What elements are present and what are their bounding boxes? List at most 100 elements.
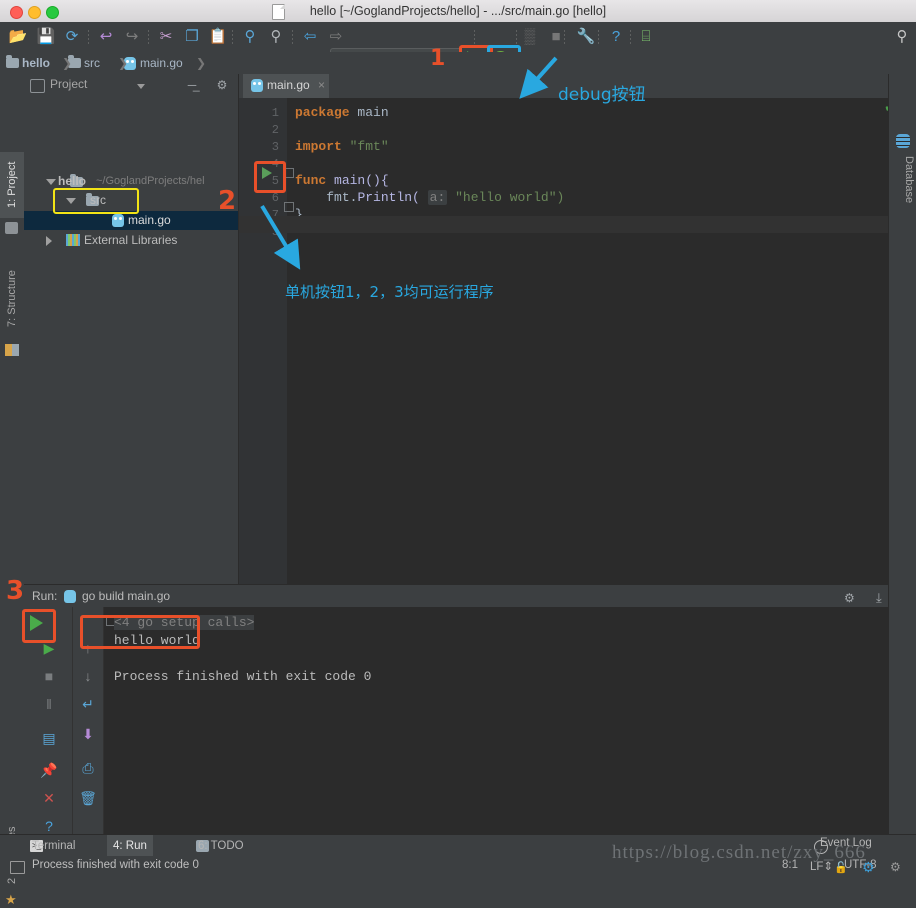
database-toolbar-icon[interactable]: ⌸ <box>636 27 656 47</box>
search-icon-glyph: ⚲ <box>244 28 256 45</box>
settings-icon[interactable]: 🔧 <box>576 27 596 47</box>
run-console-output[interactable]: <4 go setup calls> hello world Process fin… <box>104 607 888 835</box>
down-arrow-icon[interactable]: ↓ <box>77 665 99 687</box>
redo-icon-glyph: ↪ <box>125 28 139 45</box>
search-structural-icon[interactable]: ⚲ <box>266 27 286 47</box>
bottom-tab-todo[interactable]: 6: TODO <box>192 835 250 857</box>
tree-item-external-libraries[interactable]: External Libraries <box>24 231 238 250</box>
gear-icon[interactable]: ⚙ <box>844 591 855 605</box>
save-all-icon[interactable]: 💾 <box>36 27 56 47</box>
toolbar-separator <box>516 30 517 45</box>
annotation-debug-label: debug按钮 <box>558 85 646 105</box>
sidebar-item-structure[interactable]: 7: Structure <box>0 260 24 338</box>
undo-icon[interactable]: ↩ <box>96 27 116 47</box>
print-settings-icon[interactable]: ▤ <box>38 727 60 749</box>
open-folder-icon[interactable]: 📂 <box>8 27 28 47</box>
editor-code[interactable]: package main import "fmt" func main(){ fmt… <box>287 98 888 584</box>
memory-indicator-icon[interactable]: ⚙ <box>890 860 901 874</box>
toolbar-separator <box>232 30 233 45</box>
cut-icon[interactable]: ✂ <box>156 27 176 47</box>
build-icon[interactable]: ▒ <box>520 27 540 47</box>
database-toolbar-icon-glyph: ⌸ <box>641 28 651 45</box>
run-panel-header: Run: go build main.go ⚙ ⤓ <box>24 585 888 607</box>
breadcrumb-item-main-go[interactable]: main.go <box>140 52 183 74</box>
project-tool-window: Project ─̲⚙⇤ hello~/GoglandProjects/hels… <box>24 74 252 652</box>
copy-icon[interactable]: ❐ <box>182 27 202 47</box>
editor-current-line-highlight <box>239 216 888 233</box>
close-icon[interactable]: ✕ <box>38 787 60 809</box>
watermark: https://blog.csdn.net/zxy_666 <box>612 842 866 863</box>
redo-icon[interactable]: ↪ <box>122 27 142 47</box>
export-icon[interactable]: ⤓ <box>876 590 882 606</box>
open-folder-icon-glyph: 📂 <box>8 28 28 45</box>
status-document-icon <box>10 861 25 874</box>
structure-strip-icon <box>5 222 18 234</box>
print-icon[interactable]: ⎙ <box>77 757 99 779</box>
stop-icon[interactable]: ■ <box>38 665 60 687</box>
search-icon[interactable]: ⚲ <box>240 27 260 47</box>
sync-icon[interactable]: ⟳ <box>62 27 82 47</box>
status-message: Process finished with exit code 0 <box>32 859 199 871</box>
help-icon[interactable]: ? <box>606 27 626 47</box>
bottom-tab-terminal[interactable]: Terminal <box>26 835 81 857</box>
forward-icon-glyph: ⇨ <box>329 28 343 45</box>
hello-world-output-highlight <box>80 615 200 649</box>
bottom-tab-run[interactable]: 4: Run <box>107 835 153 857</box>
line-number: 6 <box>271 191 279 205</box>
search-structural-icon-glyph: ⚲ <box>270 28 282 45</box>
toolbar-separator <box>598 30 599 45</box>
annotation-number-2: 2 <box>218 186 237 216</box>
collapse-all-icon[interactable]: ─̲ <box>184 78 200 93</box>
settings-icon-glyph: 🔧 <box>576 28 596 45</box>
search-everywhere-icon[interactable]: ⚲ <box>892 27 912 47</box>
rerun-button[interactable] <box>30 615 43 631</box>
favorites-strip-icon <box>5 344 19 356</box>
chevron-right-icon[interactable] <box>46 236 52 246</box>
toolbar-separator <box>88 30 89 45</box>
forward-icon[interactable]: ⇨ <box>326 27 346 47</box>
close-icon[interactable]: × <box>318 78 325 92</box>
libraries-icon <box>66 234 80 246</box>
editor-area: main.go × 12345678 package mainimport "f… <box>239 74 888 584</box>
back-icon[interactable]: ⇦ <box>300 27 320 47</box>
paste-icon[interactable]: 📋 <box>208 27 228 47</box>
gopher-icon <box>64 590 76 603</box>
breadcrumb-item-src[interactable]: src <box>84 52 100 74</box>
scroll-to-end-icon[interactable]: ⬇ <box>77 723 99 745</box>
folder-icon <box>6 55 19 68</box>
code-line-println: fmt.Println( a: "hello world") <box>326 190 565 205</box>
back-icon-glyph: ⇦ <box>303 28 317 45</box>
project-panel-title: Project <box>50 77 88 91</box>
sidebar-item-database[interactable]: Database <box>891 156 915 238</box>
breadcrumb-item-hello[interactable]: hello <box>22 52 50 74</box>
sidebar-item-project[interactable]: 1: Project <box>0 152 24 218</box>
project-icon <box>30 79 45 93</box>
pause-icon[interactable]: ‖ <box>38 693 60 715</box>
right-tool-window-strip: Database <box>888 74 916 834</box>
annotation-number-3: 3 <box>6 576 25 606</box>
soft-wrap-icon[interactable]: ↵ <box>77 693 99 715</box>
breadcrumb-separator: ❯ <box>196 56 207 70</box>
left-tool-window-strip: 1: Project 7: Structure 2: Favorites ★ <box>0 74 25 907</box>
clear-all-icon[interactable]: 🗑 <box>77 787 99 809</box>
go-file-icon <box>251 79 263 92</box>
settings-gear-icon[interactable]: ⚙ <box>214 78 230 93</box>
gutter-run-button-highlight <box>254 161 286 193</box>
project-tree: hello ~/GoglandProjects/hel src main.go Exte… <box>24 98 238 578</box>
toolbar-separator <box>474 30 475 45</box>
code-line-func: func main(){ <box>295 173 389 188</box>
copy-icon-glyph: ❐ <box>185 28 199 45</box>
chevron-down-icon[interactable] <box>46 179 56 185</box>
chevron-down-icon[interactable] <box>137 84 145 89</box>
code-fold-end-icon[interactable] <box>284 202 294 212</box>
line-number: 1 <box>271 106 279 120</box>
line-number: 3 <box>271 140 279 154</box>
editor-tab-main-go[interactable]: main.go × <box>243 74 329 100</box>
pin-tab-icon[interactable]: 📌 <box>38 759 60 781</box>
annotation-click-label: 单机按钮1，2，3均可运行程序 <box>285 283 494 301</box>
toolbar-separator <box>292 30 293 45</box>
run-panel-config-name: go build main.go <box>82 589 171 603</box>
stop-icon[interactable]: ■ <box>546 27 566 47</box>
stop-icon-glyph: ■ <box>551 28 561 45</box>
window-title-bar: hello [~/GoglandProjects/hello] - .../sr… <box>0 0 916 23</box>
